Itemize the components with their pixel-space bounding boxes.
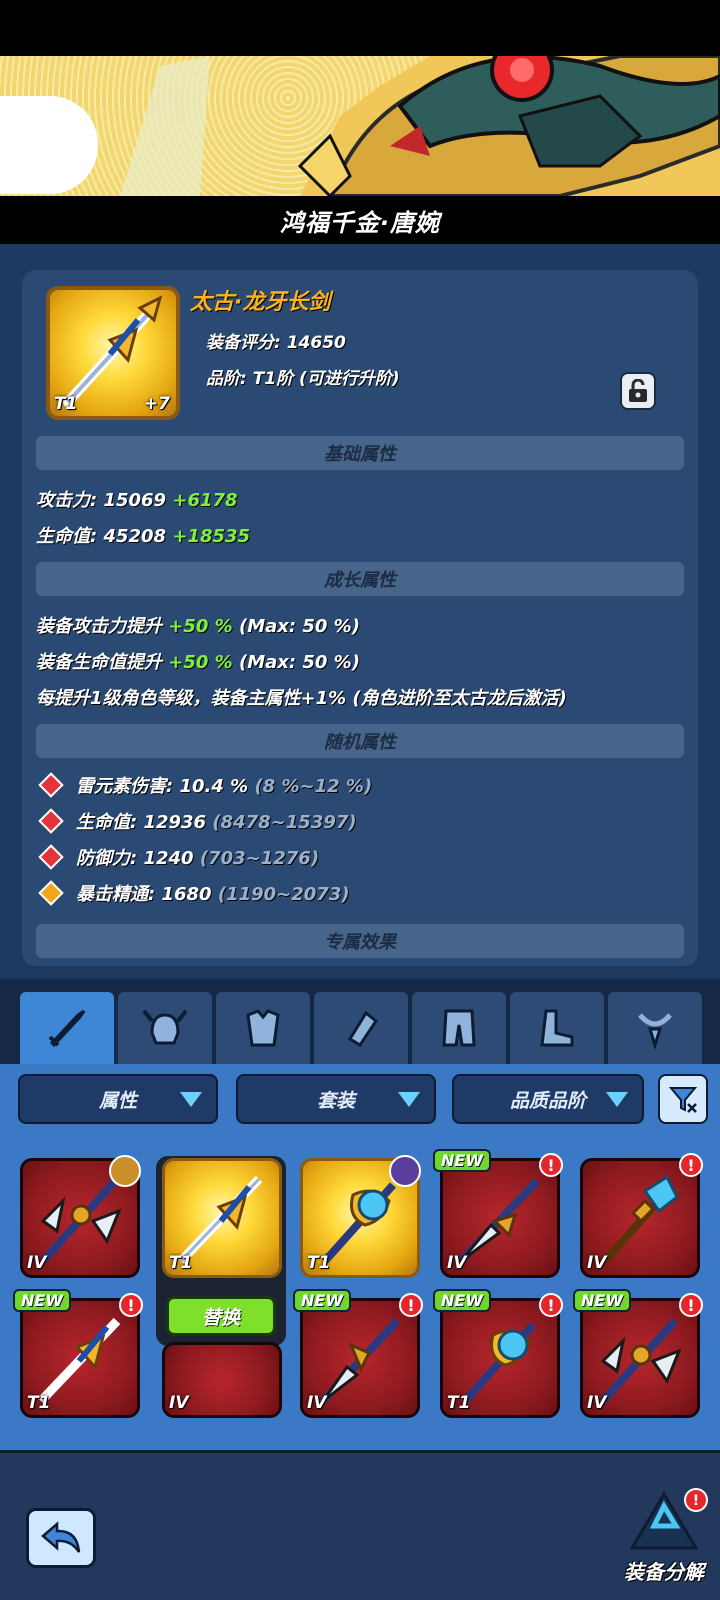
alert-badge: ! bbox=[539, 1153, 563, 1177]
svg-text:!: ! bbox=[693, 1493, 699, 1509]
tab-necklace[interactable] bbox=[608, 992, 702, 1064]
stat-random-thunder: 雷元素伤害: 10.4 % (8 %~12 %) bbox=[76, 776, 373, 797]
slot-tier: T1 bbox=[307, 1253, 331, 1273]
hero-banner bbox=[0, 56, 720, 196]
stat-hp: 生命值: 45208 +18535 bbox=[36, 526, 251, 547]
new-badge: NEW bbox=[433, 1289, 491, 1312]
slot-tier: T1 bbox=[27, 1393, 51, 1413]
item-score: 装备评分: 14650 bbox=[206, 333, 346, 353]
inventory-slot[interactable]: NEW ! T1 bbox=[433, 1289, 563, 1418]
avatar bbox=[109, 1155, 141, 1187]
section-growth-stats: 成长属性 bbox=[36, 562, 684, 596]
inventory-slot[interactable]: IV bbox=[20, 1155, 141, 1278]
new-badge: NEW bbox=[573, 1289, 631, 1312]
item-name: 太古·龙牙长剑 bbox=[190, 290, 331, 315]
inventory-slot[interactable]: NEW ! T1 bbox=[13, 1289, 143, 1418]
boots-icon bbox=[540, 1009, 574, 1047]
chevron-down-icon bbox=[398, 1092, 420, 1107]
helmet-icon bbox=[142, 1009, 188, 1045]
slot-tier: T1 bbox=[169, 1253, 193, 1273]
filter-set-label: 套装 bbox=[316, 1089, 355, 1112]
item-icon: T1 +7 bbox=[46, 286, 180, 420]
stat-attack: 攻击力: 15069 +6178 bbox=[36, 490, 238, 511]
alert-badge: ! bbox=[679, 1293, 703, 1317]
slot-tier: IV bbox=[169, 1393, 189, 1413]
tab-helmet[interactable] bbox=[118, 992, 212, 1064]
bracer-icon bbox=[347, 1010, 379, 1048]
chevron-down-icon bbox=[606, 1092, 628, 1107]
tab-bracer[interactable] bbox=[314, 992, 408, 1064]
stat-random-defense: 防御力: 1240 (703~1276) bbox=[76, 848, 320, 869]
pants-icon bbox=[442, 1009, 476, 1047]
necklace-icon bbox=[638, 1013, 672, 1051]
replace-button[interactable]: 替换 bbox=[166, 1296, 276, 1336]
slot-tier: IV bbox=[587, 1393, 607, 1413]
filter-set-dropdown[interactable]: 套装 bbox=[236, 1074, 436, 1124]
chevron-down-icon bbox=[180, 1092, 202, 1107]
new-badge: NEW bbox=[433, 1149, 491, 1172]
filter-attribute-label: 属性 bbox=[98, 1089, 137, 1112]
filter-clear-icon bbox=[668, 1087, 698, 1113]
inventory-slot[interactable]: NEW ! IV bbox=[433, 1149, 563, 1278]
filter-quality-dropdown[interactable]: 品质品阶 bbox=[452, 1074, 644, 1124]
sword-icon bbox=[48, 1009, 86, 1048]
stat-growth-attack: 装备攻击力提升 +50 % (Max: 50 %) bbox=[36, 616, 360, 637]
inventory-slot-selected[interactable]: T1 bbox=[162, 1158, 282, 1278]
bottom-bar bbox=[0, 1450, 720, 1600]
back-button[interactable] bbox=[26, 1508, 96, 1568]
stat-random-crit: 暴击精通: 1680 (1190~2073) bbox=[76, 884, 350, 905]
recycle-icon: ! bbox=[629, 1488, 708, 1550]
hero-name: 鸿福千金·唐婉 bbox=[0, 196, 720, 244]
lock-button[interactable] bbox=[620, 372, 656, 410]
unlock-icon bbox=[629, 379, 647, 402]
decompose-label: 装备分解 bbox=[624, 1560, 704, 1584]
decompose-button[interactable]: ! 装备分解 bbox=[614, 1488, 714, 1588]
alert-badge: ! bbox=[119, 1293, 143, 1317]
inventory-slot[interactable]: NEW ! IV bbox=[573, 1289, 703, 1418]
slot-tier: IV bbox=[307, 1393, 327, 1413]
armor-icon bbox=[246, 1009, 280, 1047]
tab-weapon[interactable] bbox=[20, 992, 114, 1064]
inventory-slot[interactable]: T1 bbox=[300, 1155, 421, 1278]
tab-boots[interactable] bbox=[510, 992, 604, 1064]
equipment-tabs bbox=[0, 980, 720, 1064]
tab-armor[interactable] bbox=[216, 992, 310, 1064]
alert-badge: ! bbox=[539, 1293, 563, 1317]
stat-random-hp: 生命值: 12936 (8478~15397) bbox=[76, 812, 357, 833]
stat-growth-hp: 装备生命值提升 +50 % (Max: 50 %) bbox=[36, 652, 360, 673]
inventory-slot[interactable]: IV bbox=[162, 1342, 282, 1418]
stat-growth-level: 每提升1级角色等级，装备主属性+1% (角色进阶至太古龙后激活) bbox=[36, 688, 567, 709]
section-base-stats: 基础属性 bbox=[36, 436, 684, 470]
back-arrow-icon bbox=[41, 1521, 81, 1553]
slot-tier: IV bbox=[587, 1253, 607, 1273]
status-bar bbox=[0, 0, 720, 56]
slot-tier: T1 bbox=[447, 1393, 471, 1413]
new-badge: NEW bbox=[293, 1289, 351, 1312]
filter-attribute-dropdown[interactable]: 属性 bbox=[18, 1074, 218, 1124]
item-tier-badge: T1 bbox=[54, 394, 78, 414]
avatar bbox=[389, 1155, 421, 1187]
inventory-slot[interactable]: NEW ! IV bbox=[293, 1289, 423, 1418]
banner-white-panel bbox=[0, 96, 98, 194]
alert-badge: ! bbox=[399, 1293, 423, 1317]
slot-tier: IV bbox=[447, 1253, 467, 1273]
alert-badge: ! bbox=[679, 1153, 703, 1177]
item-enhance-level: +7 bbox=[143, 394, 170, 414]
inventory-slot[interactable]: ! IV bbox=[580, 1153, 703, 1278]
section-random-stats: 随机属性 bbox=[36, 724, 684, 758]
section-exclusive: 专属效果 bbox=[36, 924, 684, 958]
filter-clear-button[interactable] bbox=[658, 1074, 708, 1124]
filter-quality-label: 品质品阶 bbox=[509, 1089, 586, 1112]
slot-tier: IV bbox=[27, 1253, 47, 1273]
item-grade: 品阶: T1阶 (可进行升阶) bbox=[206, 369, 400, 389]
hero-portrait-art bbox=[120, 56, 720, 196]
tab-pants[interactable] bbox=[412, 992, 506, 1064]
new-badge: NEW bbox=[13, 1289, 71, 1312]
